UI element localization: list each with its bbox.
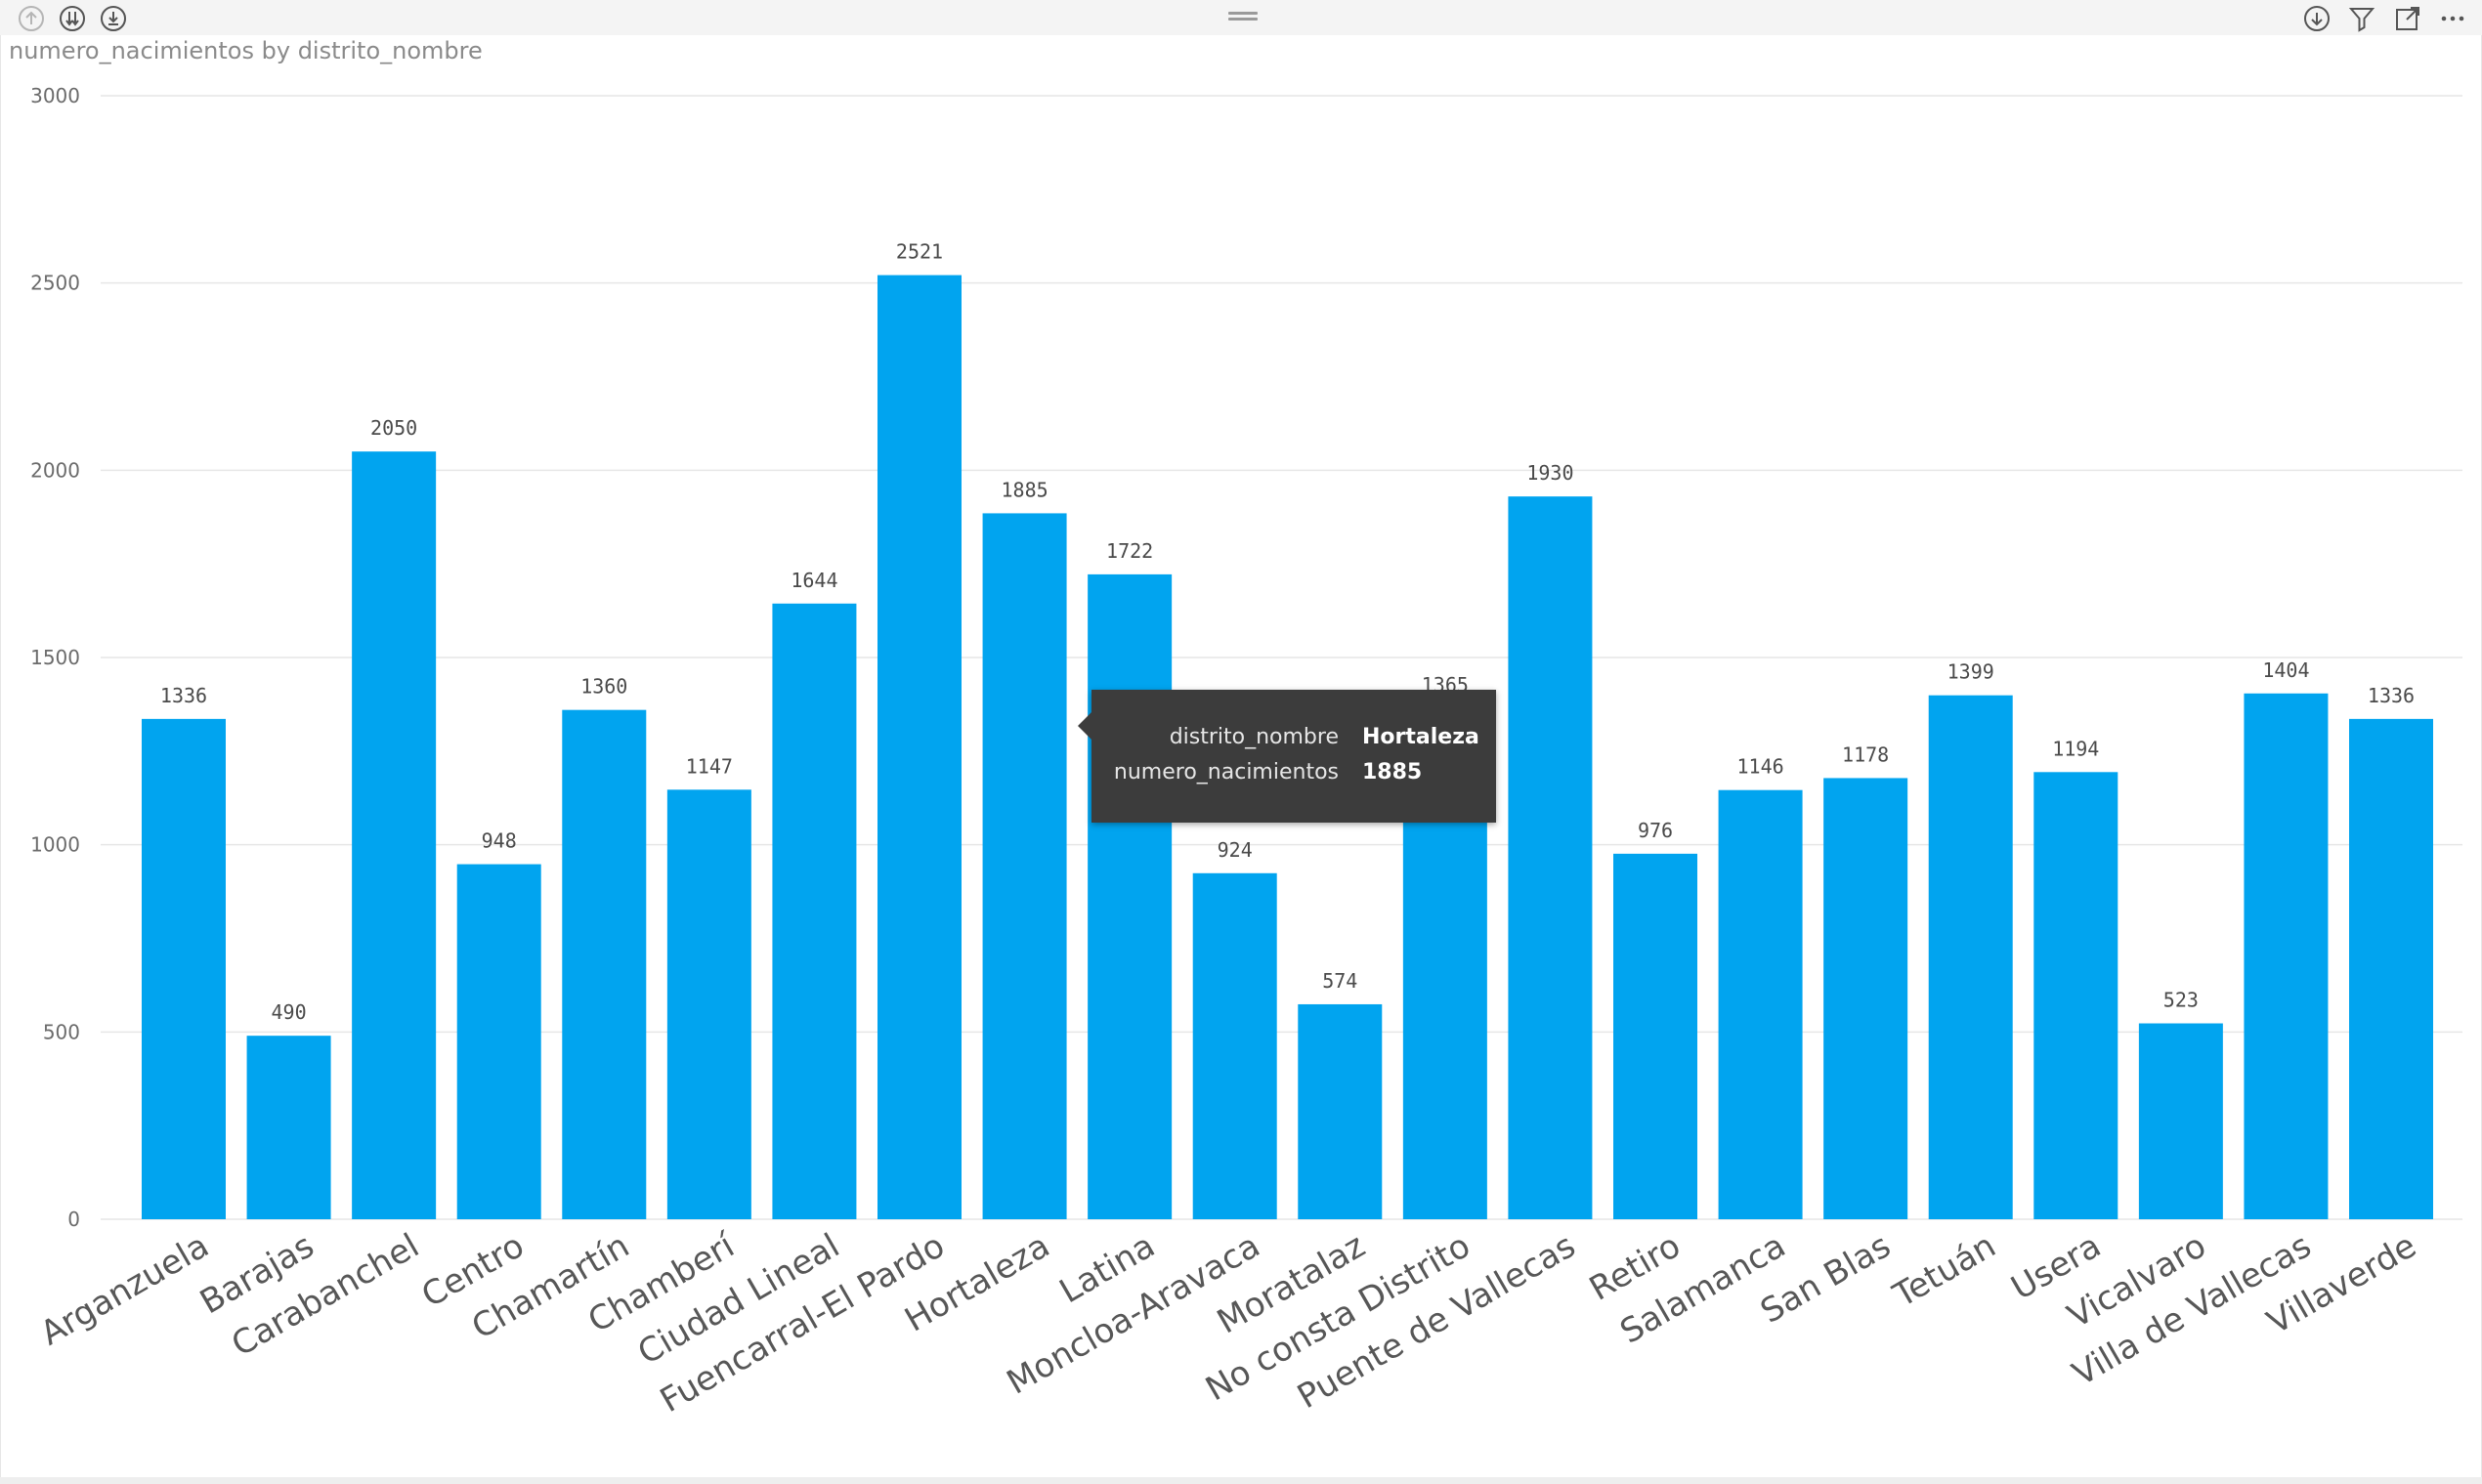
data-label: 1336 — [160, 684, 207, 707]
y-tick-label: 2000 — [30, 458, 80, 482]
data-label: 574 — [1322, 969, 1357, 993]
data-label: 976 — [1638, 819, 1673, 842]
x-category-label: Tetuán — [1886, 1226, 2002, 1316]
data-label: 2050 — [370, 416, 417, 440]
data-label: 1399 — [1947, 660, 1994, 684]
tooltip-value: 1885 — [1362, 760, 1423, 784]
y-tick-label: 1500 — [30, 646, 80, 669]
bar[interactable] — [2244, 693, 2329, 1219]
bar[interactable] — [1613, 853, 1697, 1219]
y-tick-label: 500 — [43, 1020, 80, 1043]
bar[interactable] — [1928, 695, 2013, 1219]
tooltip-row-measure: numero_nacimientos 1885 — [1091, 760, 1496, 793]
bar[interactable] — [982, 513, 1067, 1219]
data-label: 1644 — [791, 569, 837, 592]
data-label: 1147 — [686, 754, 733, 778]
bar[interactable] — [1192, 872, 1277, 1219]
bar[interactable] — [1823, 778, 1908, 1219]
tooltip-row-category: distrito_nombre Hortaleza — [1091, 725, 1496, 758]
bar[interactable] — [1508, 496, 1593, 1220]
bar[interactable] — [352, 451, 437, 1220]
bar[interactable] — [456, 864, 541, 1219]
bar[interactable] — [1718, 789, 1803, 1219]
bar[interactable] — [772, 603, 857, 1219]
data-label: 1146 — [1736, 755, 1783, 779]
data-label: 924 — [1218, 838, 1253, 862]
data-label: 1885 — [1001, 478, 1048, 501]
bar[interactable] — [2033, 772, 2118, 1219]
x-category-label: Arganzuela — [34, 1226, 216, 1353]
tooltip-key: distrito_nombre — [1169, 725, 1339, 749]
data-label: 1360 — [580, 675, 627, 699]
data-label: 1178 — [1842, 742, 1889, 766]
tooltip-key: numero_nacimientos — [1113, 760, 1339, 784]
data-label: 523 — [2163, 989, 2199, 1012]
bar[interactable] — [562, 709, 647, 1219]
bar[interactable] — [142, 718, 226, 1219]
data-label: 490 — [272, 1000, 307, 1024]
bar[interactable] — [1088, 573, 1173, 1219]
data-label: 1404 — [2262, 658, 2309, 682]
tooltip-value: Hortaleza — [1362, 725, 1479, 749]
data-label: 948 — [482, 829, 517, 853]
data-label: 1930 — [1526, 461, 1573, 485]
y-tick-label: 3000 — [30, 84, 80, 107]
data-label: 1336 — [2368, 684, 2415, 707]
data-label: 1722 — [1106, 539, 1153, 563]
y-tick-label: 2500 — [30, 272, 80, 295]
bar[interactable] — [2138, 1023, 2223, 1219]
bottom-edge — [0, 1477, 2482, 1484]
y-tick-label: 0 — [67, 1208, 80, 1231]
data-label: 2521 — [896, 240, 943, 264]
y-tick-label: 1000 — [30, 833, 80, 857]
data-label: 1194 — [2052, 737, 2099, 760]
tooltip: distrito_nombre Hortaleza numero_nacimie… — [1078, 690, 1496, 823]
bar[interactable] — [1298, 1003, 1383, 1219]
bar[interactable] — [666, 789, 751, 1219]
bar[interactable] — [246, 1036, 331, 1219]
bar[interactable] — [877, 275, 962, 1219]
bar[interactable] — [2349, 718, 2433, 1219]
